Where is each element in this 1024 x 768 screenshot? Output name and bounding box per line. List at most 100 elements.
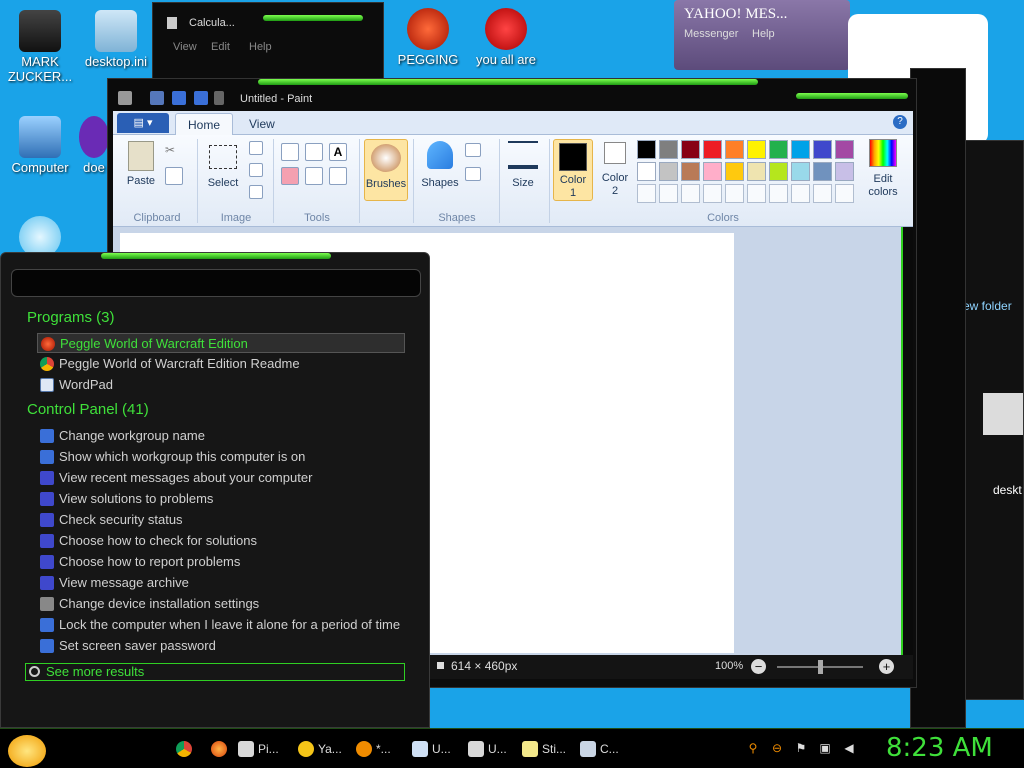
yahoo-messenger-window[interactable]: YAHOO! MES... Messenger Help <box>674 0 850 70</box>
customize-toolbar-icon[interactable] <box>214 91 224 105</box>
desktop-icon-dev-cpp[interactable]: you all are <box>466 8 546 67</box>
taskbar-item-ya[interactable]: Ya... <box>296 737 342 761</box>
calc-menu-view[interactable]: View <box>173 41 197 53</box>
zoom-out-icon[interactable]: − <box>751 659 766 674</box>
pencil-icon[interactable] <box>281 143 299 161</box>
fill-shape-icon[interactable] <box>465 167 481 181</box>
crop-icon[interactable] <box>249 141 263 155</box>
control-panel-item[interactable]: View solutions to problems <box>37 489 405 509</box>
network-icon[interactable]: ▣ <box>818 741 832 755</box>
magnifier-icon[interactable] <box>329 167 347 185</box>
color-swatch[interactable] <box>813 162 832 181</box>
window-controls[interactable] <box>796 93 908 99</box>
rotate-icon[interactable] <box>249 185 263 199</box>
color-swatch[interactable] <box>637 162 656 181</box>
desktop-icon-pegging[interactable]: PEGGING <box>388 8 468 67</box>
program-wordpad[interactable]: WordPad <box>37 375 405 395</box>
custom-color-slot[interactable] <box>747 184 766 203</box>
undo-icon[interactable] <box>172 91 186 105</box>
power-icon[interactable]: ⊖ <box>770 741 784 755</box>
new-folder-link[interactable]: ew folder <box>963 299 1012 313</box>
custom-color-slot[interactable] <box>813 184 832 203</box>
color-swatch[interactable] <box>725 140 744 159</box>
firefox-icon[interactable] <box>211 741 227 757</box>
size-button[interactable]: Size <box>503 141 543 190</box>
control-panel-item[interactable]: Check security status <box>37 510 405 530</box>
search-icon[interactable]: ⚲ <box>746 741 760 755</box>
desktop-icon-mark-zucker[interactable]: MARK ZUCKER... <box>0 10 80 84</box>
color-picker-icon[interactable] <box>305 167 323 185</box>
taskbar-item-c[interactable]: C... <box>578 737 619 761</box>
control-panel-item[interactable]: Set screen saver password <box>37 636 405 656</box>
volume-icon[interactable]: ◀ <box>842 741 856 755</box>
color2-button[interactable]: Color 2 <box>597 142 633 198</box>
yahoo-menu-messenger[interactable]: Messenger <box>684 28 738 40</box>
custom-color-slot[interactable] <box>769 184 788 203</box>
color-swatch[interactable] <box>769 140 788 159</box>
color-swatch[interactable] <box>769 162 788 181</box>
paste-button[interactable]: Paste <box>123 141 159 188</box>
taskbar-item-u1[interactable]: U... <box>410 737 451 761</box>
calculator-window[interactable]: Calcula... View Edit Help <box>152 2 384 82</box>
color-swatch[interactable] <box>681 162 700 181</box>
control-panel-item[interactable]: Choose how to check for solutions <box>37 531 405 551</box>
taskbar-item-pi[interactable]: Pi... <box>236 737 279 761</box>
clock[interactable]: 8:23 AM <box>886 733 993 763</box>
custom-color-slot[interactable] <box>703 184 722 203</box>
shapes-button[interactable]: Shapes <box>419 141 461 190</box>
see-more-results-button[interactable]: See more results <box>25 663 405 681</box>
control-panel-item[interactable]: View message archive <box>37 573 405 593</box>
taskbar-item-search[interactable]: *... <box>354 737 391 761</box>
calc-menu-edit[interactable]: Edit <box>211 41 230 53</box>
color-swatch[interactable] <box>637 140 656 159</box>
color-swatch[interactable] <box>681 140 700 159</box>
yahoo-menu-help[interactable]: Help <box>752 28 775 40</box>
resize-icon[interactable] <box>249 163 263 177</box>
cut-icon[interactable]: ✂ <box>165 143 183 161</box>
control-panel-item[interactable]: Change device installation settings <box>37 594 405 614</box>
program-peggle[interactable]: Peggle World of Warcraft Edition <box>37 333 405 353</box>
color-swatch[interactable] <box>703 140 722 159</box>
calc-menu-help[interactable]: Help <box>249 41 272 53</box>
custom-color-slot[interactable] <box>835 184 854 203</box>
action-center-flag-icon[interactable]: ⚑ <box>794 741 808 755</box>
zoom-slider-thumb[interactable] <box>818 660 823 674</box>
tab-view[interactable]: View <box>237 113 287 135</box>
taskbar-item-sti[interactable]: Sti... <box>520 737 566 761</box>
search-box[interactable] <box>11 269 421 297</box>
color1-button[interactable]: Color 1 <box>553 139 593 201</box>
help-icon[interactable]: ? <box>893 115 907 129</box>
save-icon[interactable] <box>150 91 164 105</box>
edit-colors-button[interactable]: Edit colors <box>861 139 905 199</box>
taskbar-item-u2[interactable]: U... <box>466 737 507 761</box>
color-swatch[interactable] <box>747 140 766 159</box>
color-swatch[interactable] <box>791 162 810 181</box>
control-panel-item[interactable]: Lock the computer when I leave it alone … <box>37 615 405 635</box>
paint-app-icon[interactable] <box>118 91 132 105</box>
color-swatch[interactable] <box>725 162 744 181</box>
color-swatch[interactable] <box>747 162 766 181</box>
redo-icon[interactable] <box>194 91 208 105</box>
eraser-icon[interactable] <box>281 167 299 185</box>
control-panel-item[interactable]: Show which workgroup this computer is on <box>37 447 405 467</box>
program-peggle-readme[interactable]: Peggle World of Warcraft Edition Readme <box>37 354 405 374</box>
color-swatch[interactable] <box>835 162 854 181</box>
paint-titlebar[interactable]: Untitled - Paint <box>108 79 916 111</box>
fill-icon[interactable] <box>305 143 323 161</box>
vertical-scrollbar[interactable] <box>901 227 913 655</box>
tab-home[interactable]: Home <box>175 113 234 135</box>
custom-color-slot[interactable] <box>637 184 656 203</box>
zoom-in-icon[interactable]: + <box>879 659 894 674</box>
color-swatch[interactable] <box>791 140 810 159</box>
copy-icon[interactable] <box>165 167 183 185</box>
color-swatch[interactable] <box>813 140 832 159</box>
control-panel-item[interactable]: View recent messages about your computer <box>37 468 405 488</box>
color-swatch[interactable] <box>835 140 854 159</box>
color-swatch[interactable] <box>659 162 678 181</box>
outline-icon[interactable] <box>465 143 481 157</box>
paint-menu-button[interactable]: ▤ ▾ <box>117 113 169 133</box>
custom-color-slot[interactable] <box>681 184 700 203</box>
control-panel-item[interactable]: Change workgroup name <box>37 426 405 446</box>
control-panel-item[interactable]: Choose how to report problems <box>37 552 405 572</box>
custom-color-slot[interactable] <box>725 184 744 203</box>
